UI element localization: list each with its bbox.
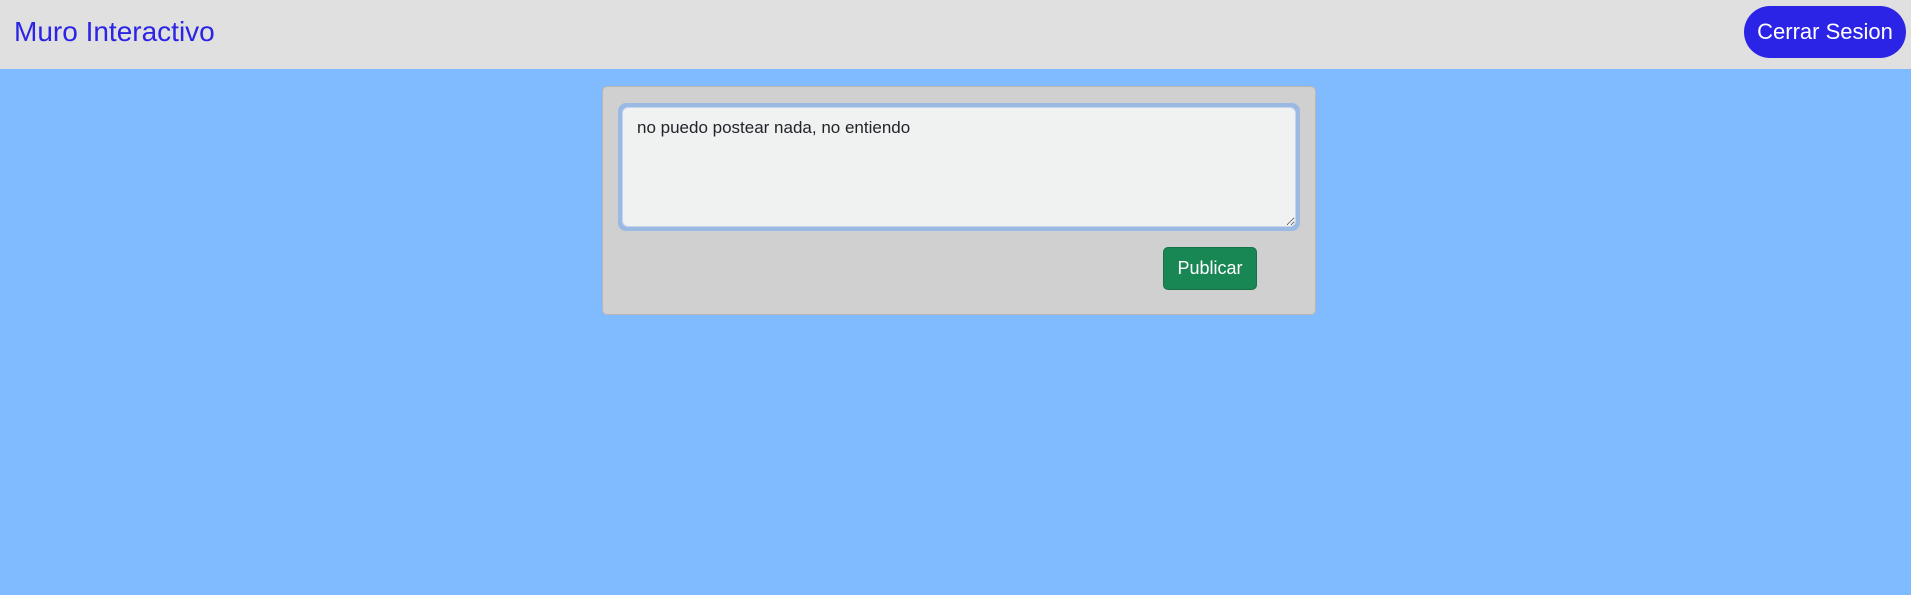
top-navbar: Muro Interactivo Cerrar Sesion xyxy=(0,0,1911,69)
app-brand[interactable]: Muro Interactivo xyxy=(14,16,215,48)
post-composer-card: no puedo postear nada, no entiendo Publi… xyxy=(602,86,1316,315)
logout-button[interactable]: Cerrar Sesion xyxy=(1744,6,1906,58)
post-textarea[interactable]: no puedo postear nada, no entiendo xyxy=(622,107,1296,227)
publish-button[interactable]: Publicar xyxy=(1163,247,1257,290)
textarea-focus-ring: no puedo postear nada, no entiendo xyxy=(618,103,1300,231)
